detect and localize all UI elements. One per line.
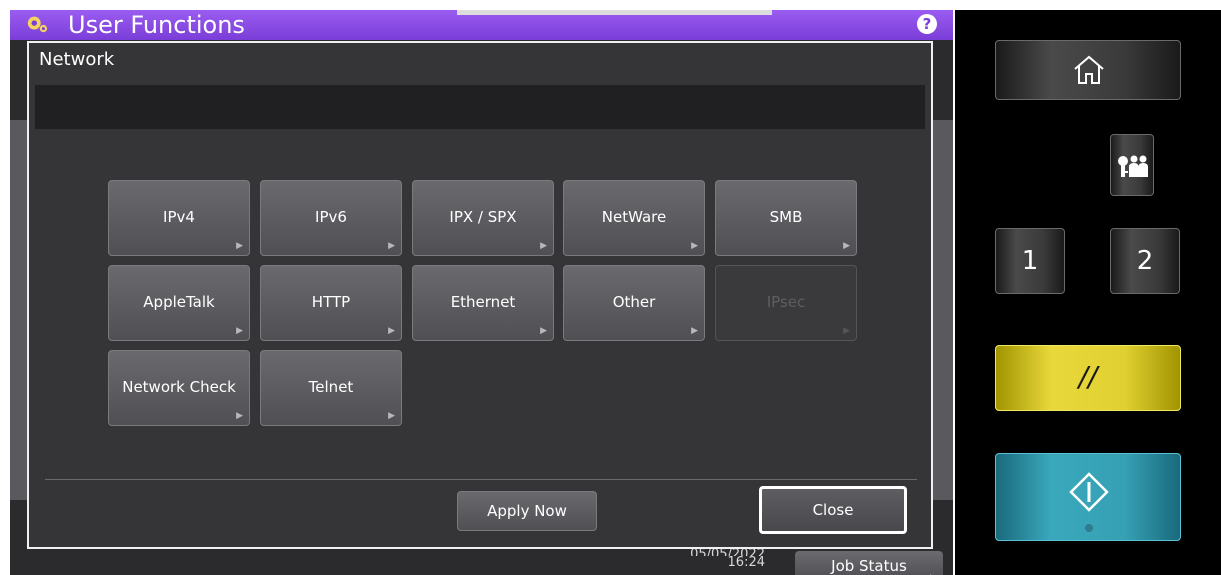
- arrow-right-icon: ▶: [388, 411, 395, 421]
- arrow-right-icon: ▶: [236, 411, 243, 421]
- date-time: 05/05/2022 16:24: [650, 548, 765, 569]
- start-button[interactable]: [995, 453, 1181, 541]
- ipv6-button[interactable]: IPv6 ▶: [260, 180, 402, 256]
- appletalk-button[interactable]: AppleTalk ▶: [108, 265, 250, 341]
- close-button[interactable]: Close: [759, 486, 907, 534]
- button-label: SMB: [769, 208, 803, 226]
- start-icon: [1069, 472, 1109, 512]
- button-label: Network Check: [122, 378, 236, 396]
- ethernet-button[interactable]: Ethernet ▶: [412, 265, 554, 341]
- arrow-right-icon: ▶: [388, 326, 395, 336]
- button-label: NetWare: [601, 208, 667, 226]
- apply-now-button[interactable]: Apply Now: [457, 491, 597, 531]
- hardware-panel: 1 2 //: [955, 10, 1221, 575]
- button-label: Other: [612, 293, 656, 311]
- telnet-button[interactable]: Telnet ▶: [260, 350, 402, 426]
- other-button[interactable]: Other ▶: [563, 265, 705, 341]
- user-login-icon: [1118, 155, 1148, 177]
- arrow-right-icon: ▶: [388, 241, 395, 251]
- help-button[interactable]: ?: [917, 14, 937, 34]
- reset-button[interactable]: //: [995, 345, 1181, 411]
- job-status-button[interactable]: Job Status ▶: [795, 551, 943, 575]
- arrow-right-icon: ▶: [691, 241, 698, 251]
- network-dialog: Network IPv4 ▶ IPv6 ▶ IPX / SPX ▶ NetWare ▶ …: [27, 41, 933, 549]
- network-check-button[interactable]: Network Check ▶: [108, 350, 250, 426]
- user-login-button[interactable]: [1110, 134, 1154, 196]
- memory-1-button[interactable]: 1: [995, 228, 1065, 294]
- page-title: User Functions: [68, 11, 245, 39]
- dialog-title: Network: [39, 49, 115, 70]
- job-status-label: Job Status: [831, 557, 907, 575]
- arrow-right-icon: ▶: [691, 326, 698, 336]
- arrow-right-icon: ▶: [540, 241, 547, 251]
- button-label: IPv4: [163, 208, 195, 226]
- button-label: Ethernet: [450, 293, 516, 311]
- top-tab-strip: [457, 10, 772, 15]
- ipx-spx-button[interactable]: IPX / SPX ▶: [412, 180, 554, 256]
- ipsec-button: IPsec ▶: [715, 265, 857, 341]
- home-button[interactable]: [995, 40, 1181, 100]
- home-icon: [1074, 55, 1104, 84]
- button-label: HTTP: [311, 293, 351, 311]
- arrow-right-icon: ▶: [540, 326, 547, 336]
- button-label: AppleTalk: [143, 293, 215, 311]
- netware-button[interactable]: NetWare ▶: [563, 180, 705, 256]
- divider: [45, 479, 917, 480]
- arrow-right-icon: ▶: [843, 326, 850, 336]
- arrow-right-icon: ▶: [843, 241, 850, 251]
- smb-button[interactable]: SMB ▶: [715, 180, 857, 256]
- memory-2-button[interactable]: 2: [1110, 228, 1180, 294]
- status-led: [1085, 524, 1093, 532]
- button-label: Telnet: [308, 378, 354, 396]
- button-label: IPX / SPX: [449, 208, 517, 226]
- arrow-right-icon: ▶: [236, 241, 243, 251]
- gear-icon: [27, 16, 48, 33]
- ipv4-button[interactable]: IPv4 ▶: [108, 180, 250, 256]
- time-text: 16:24: [727, 555, 765, 570]
- http-button[interactable]: HTTP ▶: [260, 265, 402, 341]
- button-label: IPv6: [315, 208, 347, 226]
- arrow-right-icon: ▶: [236, 326, 243, 336]
- button-label: IPsec: [766, 293, 806, 311]
- dialog-message-bar: [35, 85, 925, 129]
